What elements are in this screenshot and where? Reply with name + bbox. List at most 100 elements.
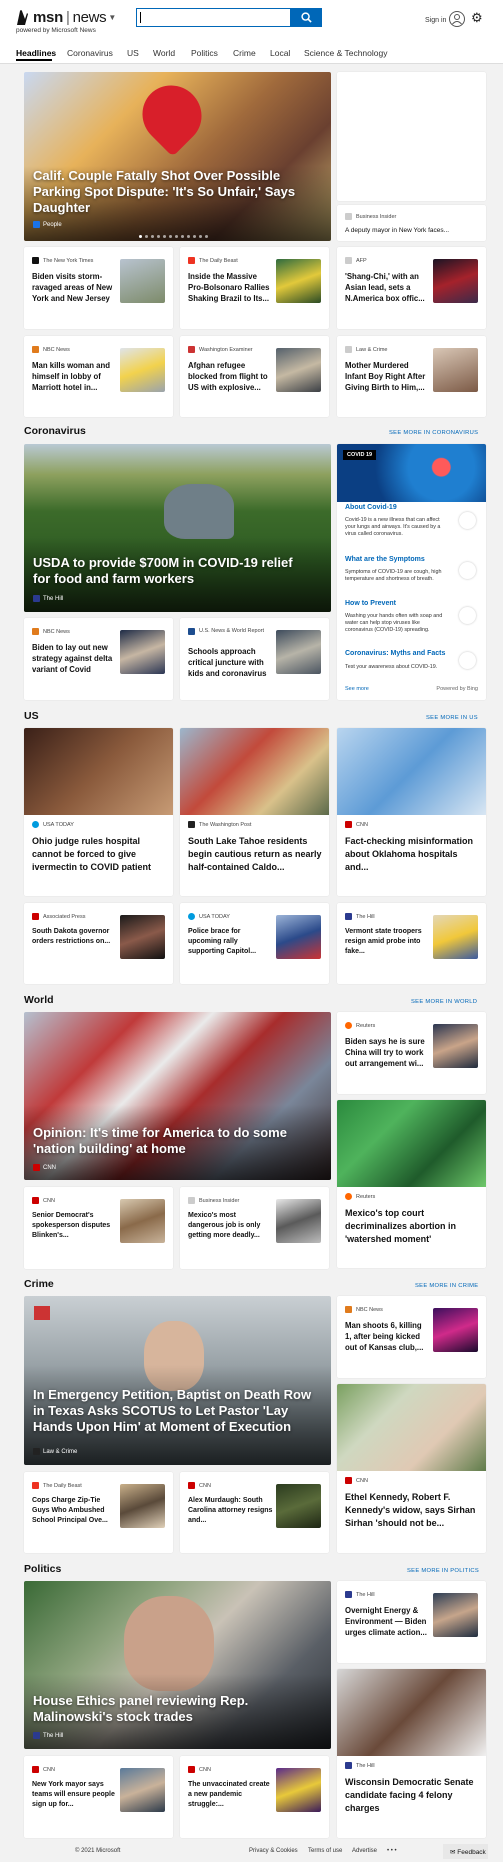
see-more-coronavirus-link[interactable]: SEE MORE IN CORONAVIRUS — [389, 430, 478, 436]
story-title[interactable]: Vermont state troopers resign amid probe… — [345, 927, 430, 957]
chevron-down-icon[interactable]: ▼ — [108, 13, 116, 22]
story-card[interactable]: USA TODAY Police brace for upcoming rall… — [180, 903, 329, 984]
hero-title[interactable]: Calif. Couple Fatally Shot Over Possible… — [33, 168, 313, 216]
nav-world[interactable]: World — [153, 48, 175, 58]
story-card[interactable]: NBC News Biden to lay out new strategy a… — [24, 618, 173, 700]
see-more-politics-link[interactable]: SEE MORE IN POLITICS — [407, 1568, 479, 1574]
story-title[interactable]: Cops Charge Zip-Tie Guys Who Ambushed Sc… — [32, 1496, 117, 1526]
story-title[interactable]: New York mayor says teams will ensure pe… — [32, 1780, 117, 1810]
story-title[interactable]: Fact-checking misinformation about Oklah… — [345, 835, 480, 874]
covid-item-title[interactable]: How to Prevent — [345, 600, 396, 607]
story-title[interactable]: Man shoots 6, killing 1, after being kic… — [345, 1320, 430, 1353]
story-title[interactable]: Mexico's most dangerous job is only gett… — [188, 1211, 273, 1241]
story-card[interactable]: U.S. News & World Report Schools approac… — [180, 618, 329, 700]
more-options-icon[interactable]: • • • — [387, 1848, 397, 1854]
story-card[interactable]: CNN Alex Murdaugh: South Carolina attorn… — [180, 1472, 329, 1553]
story-title[interactable]: Schools approach critical juncture with … — [188, 646, 273, 679]
sign-in-link[interactable]: Sign in — [425, 17, 446, 24]
story-title[interactable]: Man kills woman and himself in lobby of … — [32, 360, 117, 393]
hero-title[interactable]: USDA to provide $700M in COVID-19 relief… — [33, 555, 313, 587]
story-title[interactable]: Police brace for upcoming rally supporti… — [188, 927, 273, 957]
story-card-large[interactable]: USA TODAY Ohio judge rules hospital cann… — [24, 728, 173, 896]
story-card[interactable]: AFP 'Shang-Chi,' with an Asian lead, set… — [337, 247, 486, 329]
hero-title[interactable]: In Emergency Petition, Baptist on Death … — [33, 1387, 323, 1435]
story-card[interactable]: Associated Press South Dakota governor o… — [24, 903, 173, 984]
story-card[interactable]: The New York Times Biden visits storm-ra… — [24, 247, 173, 329]
section-heading-world[interactable]: World — [24, 994, 54, 1006]
story-card[interactable]: CNN New York mayor says teams will ensur… — [24, 1756, 173, 1838]
gear-icon[interactable]: ⚙ — [471, 10, 483, 26]
story-title[interactable]: Biden says he is sure China will try to … — [345, 1036, 430, 1069]
story-card[interactable]: Washington Examiner Afghan refugee block… — [180, 336, 329, 417]
story-card-large[interactable]: Reuters Mexico's top court decriminalize… — [337, 1100, 486, 1268]
nav-coronavirus[interactable]: Coronavirus — [67, 48, 113, 58]
story-card[interactable]: NBC News Man kills woman and himself in … — [24, 336, 173, 417]
msn-logo-icon[interactable] — [16, 9, 29, 26]
footer-link-terms[interactable]: Terms of use — [308, 1848, 342, 1854]
nav-crime[interactable]: Crime — [233, 48, 256, 58]
covid-see-more-link[interactable]: See more — [345, 686, 369, 692]
feedback-button[interactable]: ✉ Feedback — [443, 1844, 488, 1859]
story-title[interactable]: Afghan refugee blocked from flight to US… — [188, 360, 273, 393]
nav-politics[interactable]: Politics — [191, 48, 218, 58]
story-card[interactable]: The Daily Beast Inside the Massive Pro-B… — [180, 247, 329, 329]
story-title[interactable]: Ethel Kennedy, Robert F. Kennedy's widow… — [345, 1491, 480, 1530]
user-avatar-icon[interactable] — [449, 11, 465, 27]
story-card[interactable]: The Hill Vermont state troopers resign a… — [337, 903, 486, 984]
world-hero-story[interactable]: Opinion: It's time for America to do som… — [24, 1012, 331, 1180]
story-title[interactable]: Mexico's top court decriminalizes aborti… — [345, 1207, 480, 1246]
search-input[interactable] — [136, 8, 291, 27]
covid-item-title[interactable]: What are the Symptoms — [345, 556, 425, 563]
carousel-dots[interactable] — [139, 235, 208, 238]
story-title[interactable]: Overnight Energy & Environment — Biden u… — [345, 1605, 430, 1638]
see-more-crime-link[interactable]: SEE MORE IN CRIME — [415, 1283, 478, 1289]
hero-title[interactable]: House Ethics panel reviewing Rep. Malino… — [33, 1693, 313, 1725]
see-more-world-link[interactable]: SEE MORE IN WORLD — [411, 999, 477, 1005]
story-card-large[interactable]: The Washington Post South Lake Tahoe res… — [180, 728, 329, 896]
section-heading-us[interactable]: US — [24, 710, 39, 722]
nav-local[interactable]: Local — [270, 48, 290, 58]
story-title[interactable]: South Lake Tahoe residents begin cautiou… — [188, 835, 323, 874]
crime-hero-story[interactable]: In Emergency Petition, Baptist on Death … — [24, 1296, 331, 1465]
top-hero-story[interactable]: Calif. Couple Fatally Shot Over Possible… — [24, 72, 331, 241]
story-title[interactable]: Mother Murdered Infant Boy Right After G… — [345, 360, 430, 393]
nav-science-technology[interactable]: Science & Technology — [304, 48, 387, 58]
nav-headlines[interactable]: Headlines — [16, 48, 56, 58]
story-card[interactable]: The Hill Overnight Energy & Environment … — [337, 1581, 486, 1663]
footer-link-privacy[interactable]: Privacy & Cookies — [249, 1848, 298, 1854]
story-card[interactable]: Business Insider Mexico's most dangerous… — [180, 1187, 329, 1269]
story-title[interactable]: A deputy mayor in New York faces... — [345, 225, 449, 236]
brand-logo[interactable]: msn | news ▼ — [33, 9, 116, 26]
coronavirus-hero-story[interactable]: USDA to provide $700M in COVID-19 relief… — [24, 444, 331, 612]
story-card[interactable]: CNN Senior Democrat's spokesperson dispu… — [24, 1187, 173, 1269]
nav-us[interactable]: US — [127, 48, 139, 58]
story-title[interactable]: South Dakota governor orders restriction… — [32, 927, 117, 947]
story-card[interactable]: CNN The unvaccinated create a new pandem… — [180, 1756, 329, 1838]
story-title[interactable]: Wisconsin Democratic Senate candidate fa… — [345, 1776, 480, 1815]
story-card[interactable]: NBC News Man shoots 6, killing 1, after … — [337, 1296, 486, 1378]
story-title[interactable]: Senior Democrat's spokesperson disputes … — [32, 1211, 117, 1241]
see-more-us-link[interactable]: SEE MORE IN US — [426, 715, 478, 721]
story-card-large[interactable]: CNN Ethel Kennedy, Robert F. Kennedy's w… — [337, 1384, 486, 1553]
story-title[interactable]: The unvaccinated create a new pandemic s… — [188, 1780, 273, 1810]
search-button[interactable] — [291, 8, 322, 27]
story-title[interactable]: Ohio judge rules hospital cannot be forc… — [32, 835, 167, 874]
story-title[interactable]: Biden visits storm-ravaged areas of New … — [32, 271, 117, 304]
hero-title[interactable]: Opinion: It's time for America to do som… — [33, 1125, 313, 1157]
story-card[interactable]: Reuters Biden says he is sure China will… — [337, 1012, 486, 1094]
story-card[interactable]: Law & Crime Mother Murdered Infant Boy R… — [337, 336, 486, 417]
story-title[interactable]: Biden to lay out new strategy against de… — [32, 642, 117, 675]
story-title[interactable]: Inside the Massive Pro-Bolsonaro Rallies… — [188, 271, 273, 304]
side-story[interactable]: Business Insider A deputy mayor in New Y… — [337, 205, 486, 241]
story-title[interactable]: 'Shang-Chi,' with an Asian lead, sets a … — [345, 271, 430, 304]
politics-hero-story[interactable]: House Ethics panel reviewing Rep. Malino… — [24, 1581, 331, 1749]
section-heading-crime[interactable]: Crime — [24, 1278, 54, 1290]
story-card-large[interactable]: The Hill Wisconsin Democratic Senate can… — [337, 1669, 486, 1838]
story-title[interactable]: Alex Murdaugh: South Carolina attorney r… — [188, 1496, 273, 1526]
section-heading-coronavirus[interactable]: Coronavirus — [24, 425, 86, 437]
story-card-large[interactable]: CNN Fact-checking misinformation about O… — [337, 728, 486, 896]
covid-item-title[interactable]: About Covid-19 — [345, 504, 397, 511]
footer-link-advertise[interactable]: Advertise — [352, 1848, 377, 1854]
story-card[interactable]: The Daily Beast Cops Charge Zip-Tie Guys… — [24, 1472, 173, 1553]
covid-item-title[interactable]: Coronavirus: Myths and Facts — [345, 650, 445, 657]
